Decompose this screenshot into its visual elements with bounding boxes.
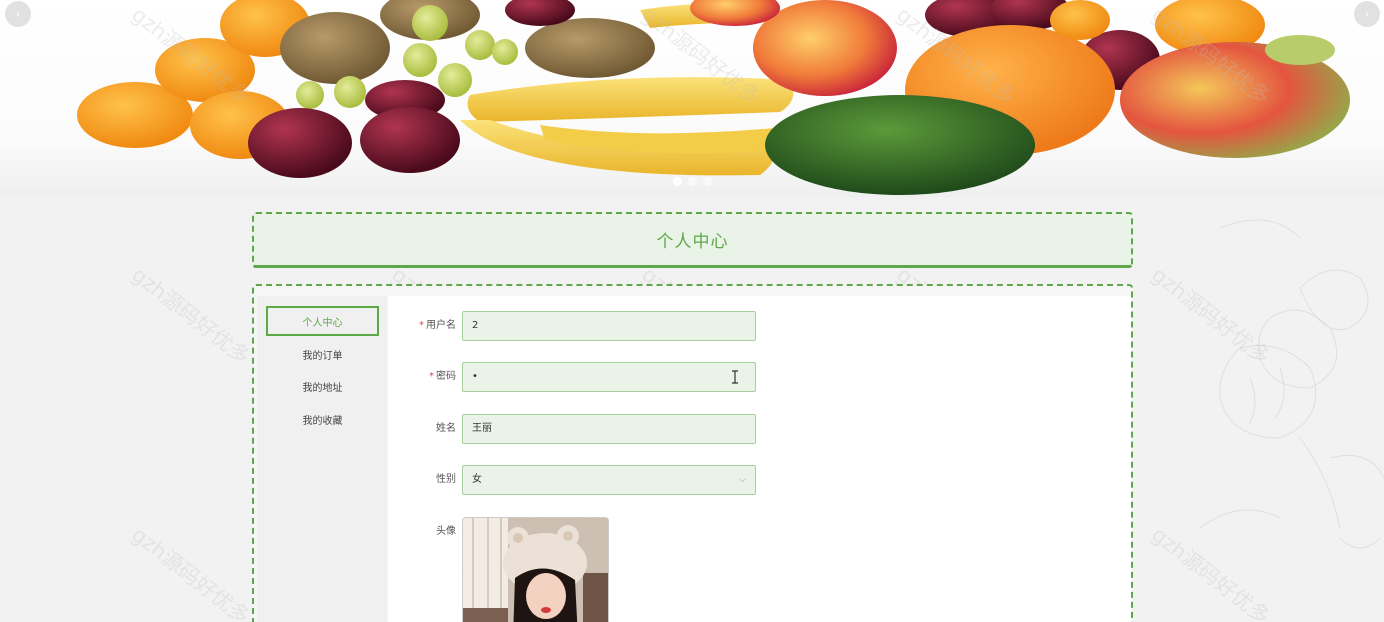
sidebar-item-label: 我的订单 [302, 350, 343, 362]
chevron-left-icon: ‹ [15, 7, 21, 21]
gender-label: 性别 [436, 474, 456, 485]
sidebar-item-label: 我的收藏 [302, 415, 343, 427]
profile-form: * 用户名 2 * 密码 • 姓名 王丽 性别 女 ⌵ 头像 [388, 296, 1131, 622]
form-row-username: * 用户名 2 [388, 311, 1131, 341]
sidebar-item-label: 我的地址 [302, 382, 343, 394]
sidebar-item-label: 个人中心 [302, 317, 343, 329]
gender-select[interactable]: 女 ⌵ [462, 465, 756, 495]
sidebar-item-orders[interactable]: 我的订单 [266, 339, 379, 369]
form-row-password: * 密码 • [388, 362, 1131, 392]
sidebar-item-favorites[interactable]: 我的收藏 [266, 404, 379, 434]
carousel-dot-2[interactable] [688, 177, 697, 186]
username-label-text: 用户名 [426, 320, 456, 331]
carousel-dot-3[interactable] [703, 177, 712, 186]
user-center-panel: 个人中心 我的订单 我的地址 我的收藏 * 用户名 2 * 密码 • 姓名 王丽… [252, 284, 1133, 622]
password-input[interactable]: • [462, 362, 756, 392]
carousel-indicators [673, 177, 712, 186]
watermark: gzh源码好优多 [127, 522, 255, 622]
required-mark: * [429, 371, 434, 382]
form-row-gender: 性别 女 ⌵ [388, 465, 1131, 495]
username-label: * 用户名 [388, 311, 456, 341]
name-label: 姓名 [436, 423, 456, 434]
banner-carousel[interactable]: ‹ › [0, 0, 1384, 197]
carousel-prev-button[interactable]: ‹ [5, 1, 31, 27]
fruit-banner-image [77, 0, 1350, 195]
sidebar-item-addresses[interactable]: 我的地址 [266, 371, 379, 401]
chevron-down-icon: ⌵ [739, 475, 746, 485]
floral-background-decoration [1199, 219, 1384, 549]
gender-selected-value: 女 [472, 474, 482, 485]
avatar [463, 518, 608, 622]
page-title-box: 个人中心 [252, 212, 1133, 268]
avatar-upload[interactable] [462, 517, 609, 622]
text-cursor-icon [732, 370, 738, 384]
name-input[interactable]: 王丽 [462, 414, 756, 444]
carousel-dot-1[interactable] [673, 177, 682, 186]
password-value: • [472, 371, 478, 382]
page-title: 个人中心 [656, 232, 729, 252]
required-mark: * [419, 320, 424, 331]
password-label-text: 密码 [436, 371, 456, 382]
avatar-label: 头像 [436, 526, 456, 537]
watermark: gzh源码好优多 [127, 262, 255, 370]
username-input[interactable]: 2 [462, 311, 756, 341]
chevron-right-icon: › [1364, 7, 1370, 21]
password-label: * 密码 [388, 362, 456, 392]
sidebar: 个人中心 我的订单 我的地址 我的收藏 [257, 296, 387, 622]
carousel-next-button[interactable]: › [1354, 1, 1380, 27]
form-row-name: 姓名 王丽 [388, 414, 1131, 444]
sidebar-item-profile[interactable]: 个人中心 [266, 306, 379, 336]
